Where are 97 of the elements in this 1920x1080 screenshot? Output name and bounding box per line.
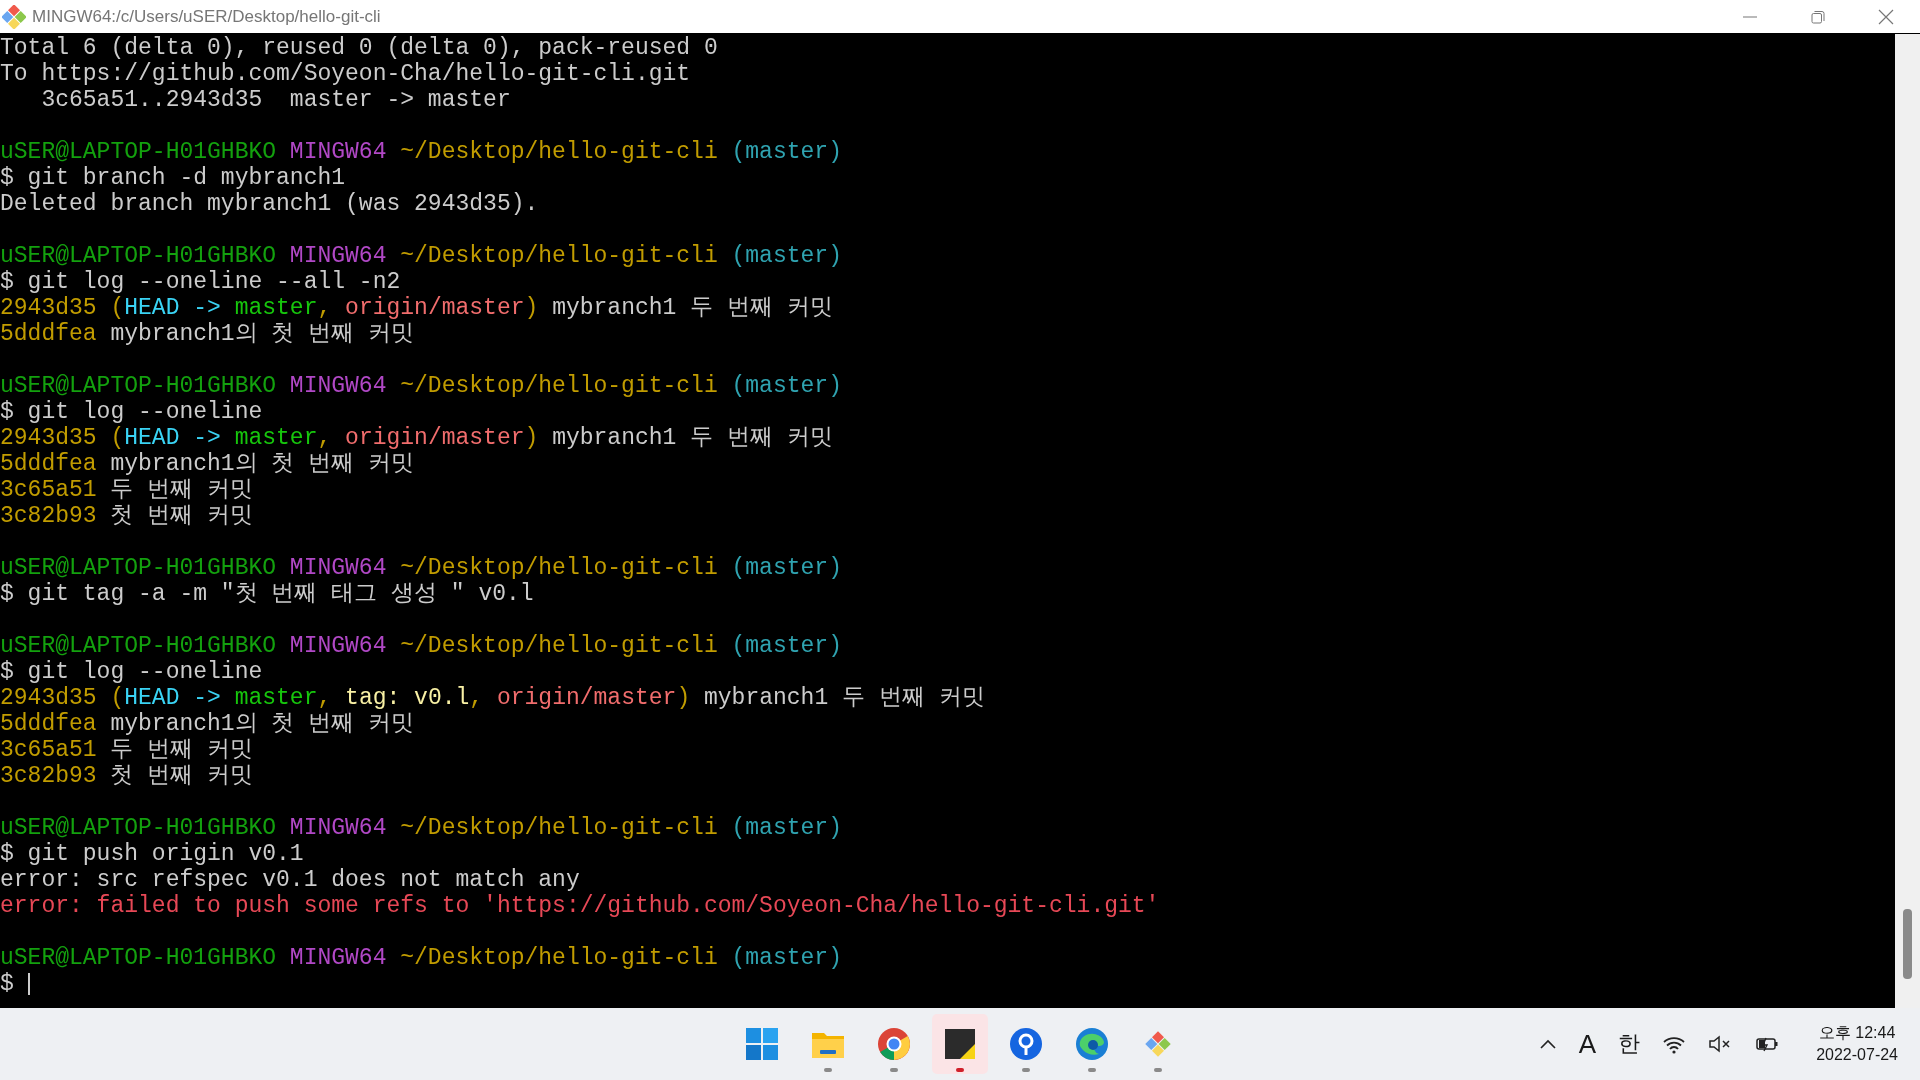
- terminal-text: MINGW64: [289, 139, 387, 165]
- terminal-text: uSER@LAPTOP-H01GHBKO: [0, 373, 277, 399]
- terminal-text: (master): [731, 243, 842, 269]
- terminal-text: error: src refspec v0.1 does not match any: [0, 867, 580, 893]
- terminal-text: 3c82b93: [0, 503, 97, 529]
- terminal-text: HEAD ->: [124, 685, 222, 711]
- terminal-text: mybranch1 두 번째 커밋: [551, 425, 833, 451]
- terminal-text: 첫 번째 커밋: [109, 763, 254, 789]
- terminal-text: ): [524, 425, 539, 451]
- terminal-text: mybranch1의 첫 번째 커밋: [109, 451, 415, 477]
- terminal-text: HEAD ->: [124, 425, 222, 451]
- terminal-text: 3c82b93: [0, 763, 97, 789]
- terminal-text: ~/Desktop/hello-git-cli: [400, 633, 718, 659]
- terminal-text: mybranch1의 첫 번째 커밋: [109, 711, 415, 737]
- terminal-text: $ git log --oneline: [0, 399, 263, 425]
- terminal-text: (master): [731, 139, 842, 165]
- terminal-text: Deleted branch mybranch1 (was 2943d35).: [0, 191, 539, 217]
- terminal-text: master: [234, 295, 318, 321]
- terminal-text: ~/Desktop/hello-git-cli: [400, 945, 718, 971]
- terminal-text: mybranch1의 첫 번째 커밋: [109, 321, 415, 347]
- taskbar-button[interactable]: [932, 1014, 988, 1074]
- terminal-text: mybranch1 두 번째 커밋: [703, 685, 985, 711]
- terminal-text: $ git push origin v0.1: [0, 841, 304, 867]
- terminal-text: MINGW64: [289, 815, 387, 841]
- terminal-text: mybranch1 두 번째 커밋: [551, 295, 833, 321]
- terminal-text: ~/Desktop/hello-git-cli: [400, 373, 718, 399]
- scrollbar-thumb[interactable]: [1903, 909, 1912, 979]
- error-message: error: failed to push some refs to 'https://github.com/Soyeon-Cha/hello-git-cli.git': [0, 893, 1160, 919]
- terminal-text: ,: [469, 685, 485, 711]
- terminal-text: 5dddfea: [0, 321, 97, 347]
- terminal-text: uSER@LAPTOP-H01GHBKO: [0, 815, 277, 841]
- terminal-text: ): [676, 685, 691, 711]
- windows-logo-icon: [744, 1026, 780, 1062]
- terminal-text: HEAD ->: [124, 295, 222, 321]
- minimize-icon: [1743, 15, 1757, 18]
- terminal-text: (master): [731, 555, 842, 581]
- terminal-text: MINGW64: [289, 945, 387, 971]
- terminal-text: master: [234, 425, 318, 451]
- terminal-text: $: [0, 971, 14, 997]
- input-mode-indicator[interactable]: A: [1578, 1031, 1597, 1057]
- terminal-text: $ git tag -a -m "첫 번째 태그 생성 " v0.l: [0, 581, 534, 607]
- git-logo-icon: [2, 4, 26, 29]
- swirl-icon: [1074, 1026, 1110, 1062]
- clock-date[interactable]: 2022-07-24: [1816, 1044, 1898, 1066]
- terminal-text: 3c65a51..2943d35 master -> master: [40, 87, 511, 113]
- terminal-text: 첫 번째 커밋: [109, 503, 254, 529]
- terminal-text: uSER@LAPTOP-H01GHBKO: [0, 243, 277, 269]
- terminal-text: 3c65a51: [0, 477, 97, 503]
- terminal-text: $ git log --oneline: [0, 659, 263, 685]
- terminal-text: $ git log --oneline --all -n2: [0, 269, 401, 295]
- terminal-text: ,: [317, 685, 333, 711]
- sticky-note-icon: [942, 1026, 978, 1062]
- terminal-text: uSER@LAPTOP-H01GHBKO: [0, 139, 277, 165]
- terminal-text: 2943d35 (: [0, 425, 125, 451]
- terminal-text: ,: [317, 425, 333, 451]
- terminal-text: origin/master: [345, 425, 525, 451]
- terminal-text: 두 번째 커밋: [109, 477, 254, 503]
- terminal-text: master: [234, 685, 318, 711]
- terminal-text: ~/Desktop/hello-git-cli: [400, 555, 718, 581]
- terminal-text: Total 6 (delta 0), reused 0 (delta 0), pack-reused 0: [0, 35, 718, 61]
- terminal-text: (master): [731, 945, 842, 971]
- terminal-text: ,: [317, 295, 333, 321]
- close-icon: [1878, 8, 1894, 25]
- terminal-text: ~/Desktop/hello-git-cli: [400, 815, 718, 841]
- terminal-text: MINGW64: [289, 633, 387, 659]
- terminal-text: (master): [731, 633, 842, 659]
- terminal-text: MINGW64: [289, 373, 387, 399]
- browser-icon: [876, 1026, 912, 1062]
- wifi-icon: [1662, 1034, 1687, 1054]
- terminal-text: MINGW64: [289, 555, 387, 581]
- map-pin-icon: [1008, 1026, 1044, 1062]
- terminal-text: 2943d35 (: [0, 685, 125, 711]
- speaker-muted-icon: [1708, 1034, 1733, 1054]
- terminal-text: To https://github.com/Soyeon-Cha/hello-git-cli.git: [0, 61, 691, 87]
- terminal-text: ~/Desktop/hello-git-cli: [400, 139, 718, 165]
- terminal-text: uSER@LAPTOP-H01GHBKO: [0, 555, 277, 581]
- terminal-text: ~/Desktop/hello-git-cli: [400, 243, 718, 269]
- terminal-text: 두 번째 커밋: [109, 737, 254, 763]
- terminal-text: (master): [731, 815, 842, 841]
- input-language-indicator[interactable]: 한: [1618, 1033, 1641, 1055]
- restore-icon: [1811, 9, 1825, 24]
- window-title: MINGW64:/c/Users/uSER/Desktop/hello-git-cli: [32, 5, 381, 28]
- terminal-text: tag: v0.l: [345, 685, 470, 711]
- terminal-text: 3c65a51: [0, 737, 97, 763]
- chevron-up-icon: [1538, 1038, 1557, 1050]
- terminal-text: origin/master: [496, 685, 677, 711]
- terminal-text: 2943d35 (: [0, 295, 125, 321]
- terminal-text: 5dddfea: [0, 711, 97, 737]
- terminal-text: uSER@LAPTOP-H01GHBKO: [0, 633, 277, 659]
- terminal-text: MINGW64: [289, 243, 387, 269]
- terminal-text: ): [524, 295, 539, 321]
- terminal-text: 5dddfea: [0, 451, 97, 477]
- clock-time[interactable]: 오후 12:44: [1816, 1022, 1898, 1044]
- terminal-text: uSER@LAPTOP-H01GHBKO: [0, 945, 277, 971]
- terminal-text: (master): [731, 373, 842, 399]
- terminal-text: $ git branch -d mybranch1: [0, 165, 346, 191]
- terminal-text: origin/master: [345, 295, 525, 321]
